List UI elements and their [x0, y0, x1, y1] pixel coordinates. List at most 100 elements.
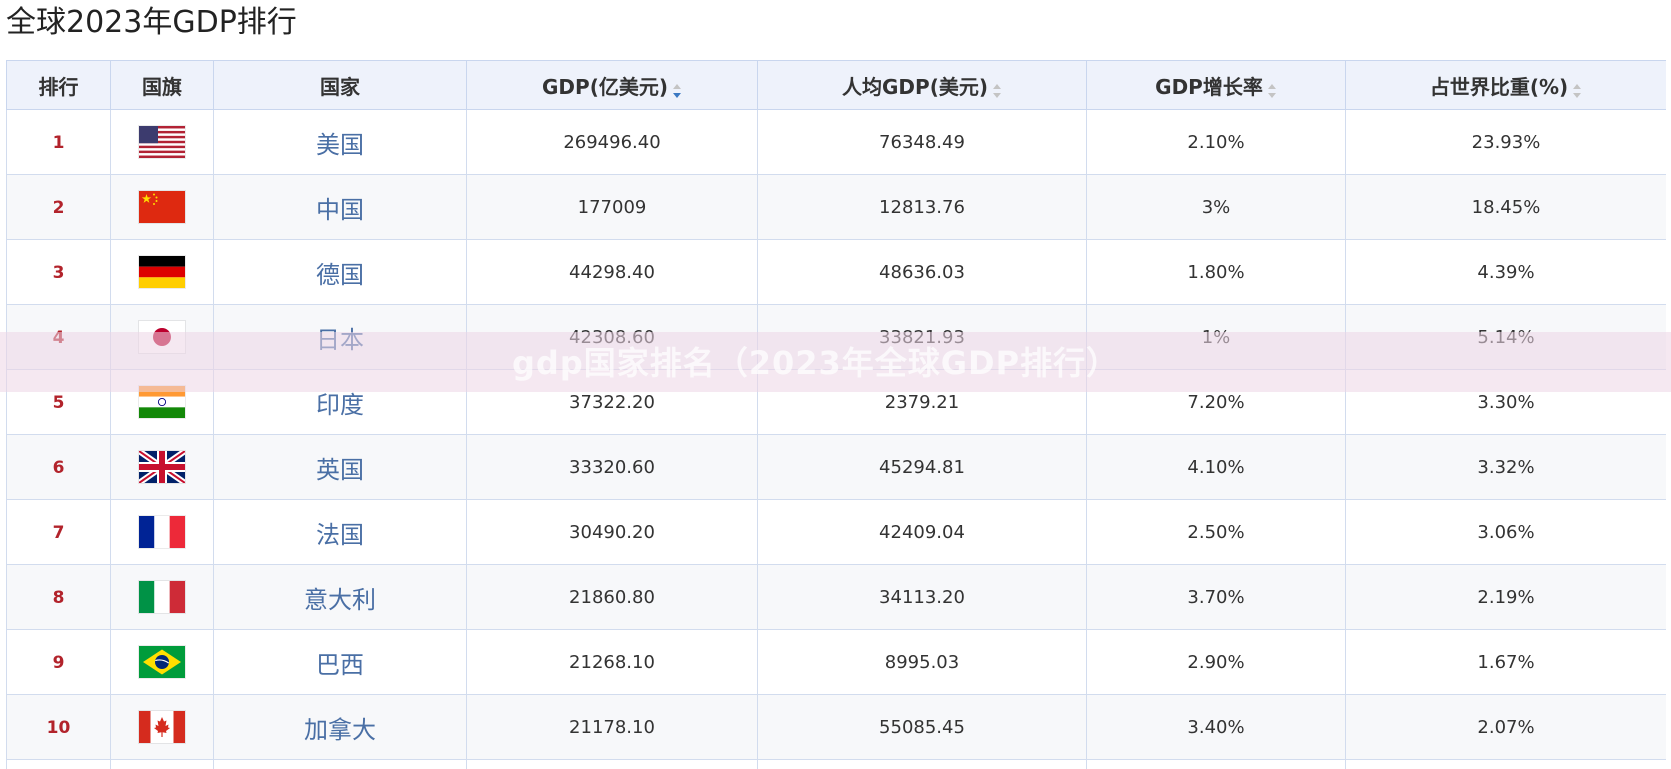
sort-icon[interactable]: [1572, 80, 1582, 98]
ca-flag-icon: [139, 711, 185, 743]
share-cell: 5.14%: [1345, 304, 1666, 370]
country-cell: 中国: [213, 174, 467, 240]
country-link[interactable]: 日本: [316, 326, 364, 354]
growth-cell: 7.20%: [1086, 369, 1346, 435]
share-cell: 1.67%: [1345, 629, 1666, 695]
gdp-cell: 21268.10: [466, 629, 758, 695]
country-cell: 德国: [213, 239, 467, 305]
rank-cell: 6: [6, 434, 111, 500]
country-link[interactable]: 中国: [316, 196, 364, 224]
flag-cell: [110, 759, 214, 769]
flag-cell: [110, 434, 214, 500]
share-cell: 3.06%: [1345, 499, 1666, 565]
flag-cell: [110, 239, 214, 305]
share-cell: 3.30%: [1345, 369, 1666, 435]
in-flag-icon: [139, 386, 185, 418]
de-flag-icon: [139, 256, 185, 288]
share-cell: [1345, 759, 1666, 769]
flag-cell: [110, 304, 214, 370]
gdp-cell: 44298.40: [466, 239, 758, 305]
table-row: 2 中国 177009 12813.76 3% 18.45%: [6, 174, 1666, 240]
per-capita-cell: 8995.03: [757, 629, 1087, 695]
per-capita-cell: 76348.49: [757, 109, 1087, 175]
header-gdp[interactable]: GDP(亿美元): [466, 60, 758, 110]
rank-cell: 1: [6, 109, 111, 175]
sort-descending-icon[interactable]: [672, 80, 682, 98]
sort-icon[interactable]: [992, 80, 1002, 98]
share-cell: 2.19%: [1345, 564, 1666, 630]
country-link[interactable]: 巴西: [316, 651, 364, 679]
table-row: 1 美国 269496.40 76348.49 2.10% 23.93%: [6, 109, 1666, 175]
country-cell: 巴西: [213, 629, 467, 695]
flag-cell: [110, 369, 214, 435]
gb-flag-icon: [139, 451, 185, 483]
rank-cell: 8: [6, 564, 111, 630]
country-cell: 英国: [213, 434, 467, 500]
flag-cell: [110, 109, 214, 175]
header-country: 国家: [213, 60, 467, 110]
country-link[interactable]: 加拿大: [304, 716, 376, 744]
country-link[interactable]: 法国: [316, 521, 364, 549]
per-capita-cell: 48636.03: [757, 239, 1087, 305]
country-link[interactable]: 英国: [316, 456, 364, 484]
header-rank: 排行: [6, 60, 111, 110]
growth-cell: 3%: [1086, 174, 1346, 240]
country-cell: 意大利: [213, 564, 467, 630]
country-cell: 印度: [213, 369, 467, 435]
rank-cell: 4: [6, 304, 111, 370]
per-capita-cell: 55085.45: [757, 694, 1087, 760]
per-capita-cell: 33821.93: [757, 304, 1087, 370]
sort-icon[interactable]: [1267, 80, 1277, 98]
rank-cell: 9: [6, 629, 111, 695]
header-growth[interactable]: GDP增长率: [1086, 60, 1346, 110]
per-capita-cell: 2379.21: [757, 369, 1087, 435]
share-cell: 4.39%: [1345, 239, 1666, 305]
header-per-capita[interactable]: 人均GDP(美元): [757, 60, 1087, 110]
gdp-cell: 33320.60: [466, 434, 758, 500]
country-cell: 美国: [213, 109, 467, 175]
gdp-cell: 21178.10: [466, 694, 758, 760]
flag-cell: [110, 629, 214, 695]
per-capita-cell: 12813.76: [757, 174, 1087, 240]
jp-flag-icon: [139, 321, 185, 353]
country-link[interactable]: 美国: [316, 131, 364, 159]
gdp-cell: 30490.20: [466, 499, 758, 565]
header-flag: 国旗: [110, 60, 214, 110]
gdp-cell: 177009: [466, 174, 758, 240]
country-link[interactable]: 意大利: [304, 586, 376, 614]
rank-cell: 3: [6, 239, 111, 305]
rank-cell: 10: [6, 694, 111, 760]
growth-cell: 2.90%: [1086, 629, 1346, 695]
per-capita-cell: 34113.20: [757, 564, 1087, 630]
country-cell: [213, 759, 467, 769]
country-link[interactable]: 德国: [316, 261, 364, 289]
flag-cell: [110, 694, 214, 760]
gdp-table-container: 排行 国旗 国家 GDP(亿美元) 人均GDP(美元) GDP增长率 占世界比重…: [6, 60, 1666, 769]
table-row: 3 德国 44298.40 48636.03 1.80% 4.39%: [6, 239, 1666, 305]
per-capita-cell: 45294.81: [757, 434, 1087, 500]
growth-cell: 1.80%: [1086, 239, 1346, 305]
table-row: 7 法国 30490.20 42409.04 2.50% 3.06%: [6, 499, 1666, 565]
table-row: 6 英国 33320.60 45294.81 4.10% 3.32%: [6, 434, 1666, 500]
table-row: 9 巴西 21268.10 8995.03 2.90% 1.67%: [6, 629, 1666, 695]
gdp-cell: 269496.40: [466, 109, 758, 175]
header-share[interactable]: 占世界比重(%): [1345, 60, 1666, 110]
share-cell: 3.32%: [1345, 434, 1666, 500]
fr-flag-icon: [139, 516, 185, 548]
country-link[interactable]: 印度: [316, 391, 364, 419]
rank-cell: 7: [6, 499, 111, 565]
growth-cell: [1086, 759, 1346, 769]
growth-cell: 2.50%: [1086, 499, 1346, 565]
br-flag-icon: [139, 646, 185, 678]
gdp-cell: [466, 759, 758, 769]
table-row: 8 意大利 21860.80 34113.20 3.70% 2.19%: [6, 564, 1666, 630]
table-header-row: 排行 国旗 国家 GDP(亿美元) 人均GDP(美元) GDP增长率 占世界比重…: [6, 60, 1666, 110]
flag-cell: [110, 174, 214, 240]
growth-cell: 3.70%: [1086, 564, 1346, 630]
growth-cell: 2.10%: [1086, 109, 1346, 175]
rank-cell: [6, 759, 111, 769]
table-row: 10 加拿大 21178.10 55085.45 3.40% 2.07%: [6, 694, 1666, 760]
share-cell: 2.07%: [1345, 694, 1666, 760]
flag-cell: [110, 499, 214, 565]
growth-cell: 1%: [1086, 304, 1346, 370]
